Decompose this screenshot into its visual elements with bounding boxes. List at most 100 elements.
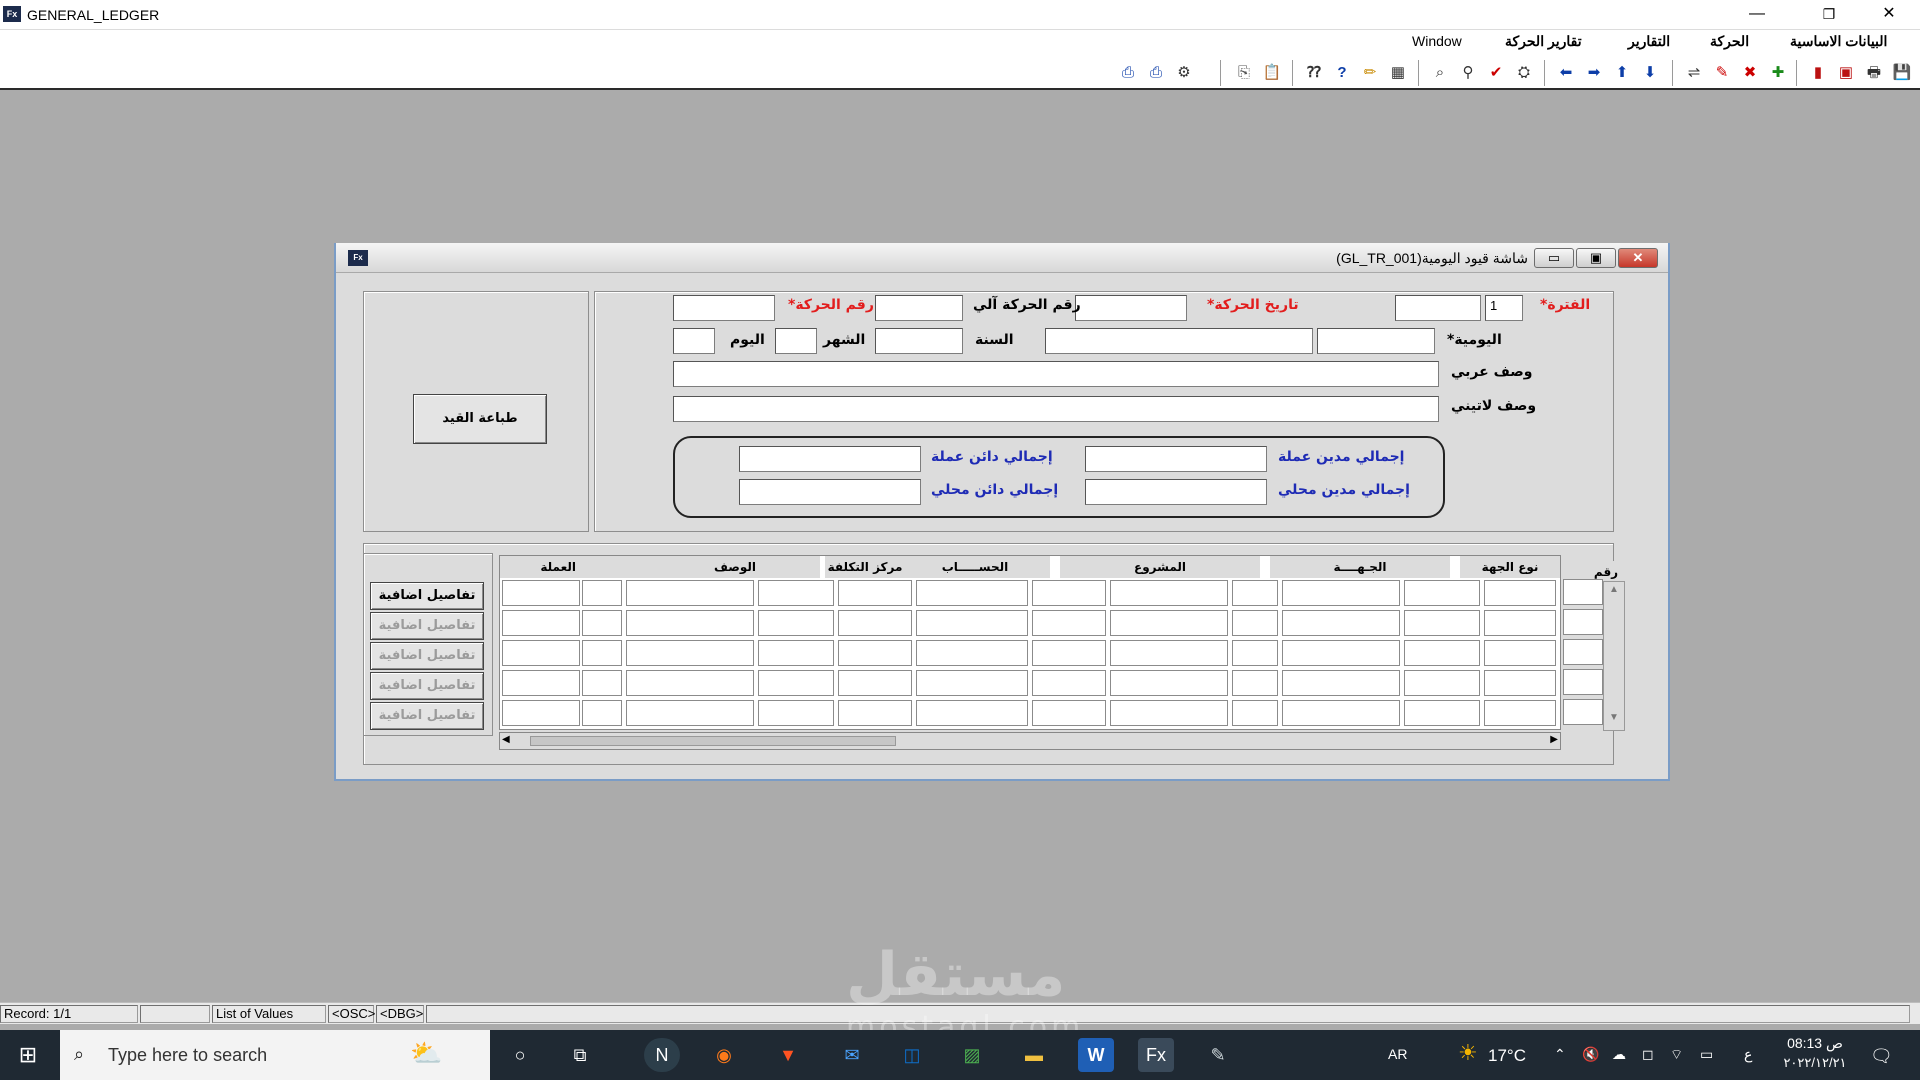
exit-icon[interactable]: ▣ xyxy=(1834,62,1858,84)
duplicate-record-icon[interactable]: ⇌ xyxy=(1682,62,1706,84)
grid-cell[interactable] xyxy=(1404,580,1480,606)
down-icon[interactable]: ⬇ xyxy=(1638,62,1662,84)
grid-cell[interactable] xyxy=(1110,700,1228,726)
grid-cell[interactable] xyxy=(502,580,580,606)
grid-cell[interactable] xyxy=(1560,670,1561,696)
grid-cell[interactable] xyxy=(1484,640,1556,666)
photos-icon[interactable]: ▨ xyxy=(954,1038,990,1072)
weather-widget-icon[interactable]: ⛅ xyxy=(410,1038,442,1069)
grid-cell[interactable] xyxy=(1232,670,1278,696)
grid-cell[interactable] xyxy=(838,610,912,636)
paint-icon[interactable]: ✎ xyxy=(1200,1038,1236,1072)
grid-cell[interactable] xyxy=(626,640,754,666)
grid-cell[interactable] xyxy=(1032,700,1106,726)
keys-help-icon[interactable]: ⁇ xyxy=(1302,62,1326,84)
temperature[interactable]: 17°C xyxy=(1488,1046,1526,1066)
auto-trans-no-input[interactable] xyxy=(875,295,963,321)
grid-cell[interactable] xyxy=(838,640,912,666)
vertical-scrollbar[interactable]: ▲ ▼ xyxy=(1603,581,1625,731)
taskbar-search-box[interactable]: ⌕ Type here to search ⛅ xyxy=(60,1030,490,1080)
total-debit-currency-input[interactable] xyxy=(1085,446,1267,472)
grid-cell[interactable] xyxy=(1484,670,1556,696)
word-icon[interactable]: W xyxy=(1078,1038,1114,1072)
help-icon[interactable]: ? xyxy=(1330,62,1354,84)
list-icon[interactable]: ⚙ xyxy=(1172,62,1196,84)
paste-icon[interactable]: 📋 xyxy=(1260,62,1284,84)
day-input[interactable] xyxy=(673,328,715,354)
chevron-up-icon[interactable]: ⌃ xyxy=(1554,1046,1566,1063)
grid-cell[interactable] xyxy=(502,610,580,636)
menu-transactions[interactable]: الحركة xyxy=(1710,30,1749,54)
grid-cell[interactable] xyxy=(1560,640,1561,666)
year-input[interactable] xyxy=(875,328,963,354)
total-debit-local-input[interactable] xyxy=(1085,479,1267,505)
grid-cell[interactable] xyxy=(758,580,834,606)
grid-cell[interactable] xyxy=(1404,610,1480,636)
grid-cell[interactable] xyxy=(1110,640,1228,666)
grid-cell[interactable] xyxy=(1282,610,1400,636)
scroll-left-icon[interactable]: ◀ xyxy=(502,734,510,745)
scroll-right-icon[interactable]: ▶ xyxy=(1550,734,1558,745)
grid-cell[interactable] xyxy=(758,610,834,636)
grid-cell[interactable] xyxy=(582,640,622,666)
restore-icon[interactable]: ❐ xyxy=(1806,0,1852,30)
mail-icon[interactable]: ✉ xyxy=(834,1038,870,1072)
grid-cell[interactable] xyxy=(582,700,622,726)
trans-date-input[interactable] xyxy=(1075,295,1187,321)
file-explorer-icon[interactable]: ▬ xyxy=(1016,1038,1052,1072)
calculator-icon[interactable]: ▦ xyxy=(1386,62,1410,84)
grid-cell[interactable] xyxy=(1232,580,1278,606)
grid-cell[interactable] xyxy=(1404,700,1480,726)
exit-door-icon[interactable]: ▮ xyxy=(1806,62,1830,84)
grid-cell[interactable] xyxy=(1032,640,1106,666)
wifi-icon[interactable]: ⌔ xyxy=(1670,1046,1683,1064)
copy-icon[interactable]: ⎘ xyxy=(1232,62,1256,84)
grid-cell[interactable] xyxy=(1484,580,1556,606)
volume-icon[interactable]: 🔇 xyxy=(1582,1046,1599,1063)
grid-cell[interactable] xyxy=(502,700,580,726)
grid-cell[interactable] xyxy=(838,580,912,606)
grid-cell[interactable] xyxy=(1282,670,1400,696)
grid-cell[interactable] xyxy=(1404,640,1480,666)
grid-cell[interactable] xyxy=(1560,580,1561,606)
scroll-up-icon[interactable]: ▲ xyxy=(1606,584,1622,600)
grid-cell[interactable] xyxy=(502,640,580,666)
grid-cell[interactable] xyxy=(1110,580,1228,606)
clock-time[interactable]: 08:13 ص xyxy=(1780,1035,1850,1052)
grid-cell[interactable] xyxy=(758,670,834,696)
grid-cell[interactable] xyxy=(626,700,754,726)
oracle-forms-icon[interactable]: Fx xyxy=(1138,1038,1174,1072)
menu-reports[interactable]: التقارير xyxy=(1628,30,1670,54)
app-n-icon[interactable]: N xyxy=(644,1038,680,1072)
grid-cell[interactable] xyxy=(1282,700,1400,726)
grid-cell[interactable] xyxy=(1404,670,1480,696)
grid-cell[interactable] xyxy=(1110,610,1228,636)
grid-cell[interactable] xyxy=(1032,580,1106,606)
menu-transaction-reports[interactable]: تقارير الحركة xyxy=(1505,30,1582,54)
binoculars-icon[interactable]: ⌕ xyxy=(1428,62,1452,84)
menu-basic-data[interactable]: البيانات الاساسية xyxy=(1790,30,1887,54)
grid-cell[interactable] xyxy=(758,700,834,726)
insert-record-icon[interactable]: ✚ xyxy=(1766,62,1790,84)
total-credit-local-input[interactable] xyxy=(739,479,921,505)
grid-cell[interactable] xyxy=(916,610,1028,636)
execute-query-icon[interactable]: ⛭ xyxy=(1512,62,1536,84)
grid-cell[interactable] xyxy=(1232,700,1278,726)
line-no-cell[interactable] xyxy=(1563,669,1603,695)
ime-indicator[interactable]: ع xyxy=(1744,1046,1752,1063)
grid-cell[interactable] xyxy=(916,670,1028,696)
firefox-icon[interactable]: ◉ xyxy=(706,1038,742,1072)
grid-cell[interactable] xyxy=(1282,580,1400,606)
windows-start-icon[interactable]: ⊞ xyxy=(10,1038,46,1072)
grid-cell[interactable] xyxy=(916,640,1028,666)
month-input[interactable] xyxy=(775,328,817,354)
print-icon[interactable]: 🖶 xyxy=(1862,62,1886,84)
grid-cell[interactable] xyxy=(626,580,754,606)
grid-cell[interactable] xyxy=(626,610,754,636)
grid-cell[interactable] xyxy=(502,670,580,696)
grid-cell[interactable] xyxy=(626,670,754,696)
battery-icon[interactable]: ▭ xyxy=(1700,1046,1713,1063)
grid-cell[interactable] xyxy=(1560,700,1561,726)
grid-cell[interactable] xyxy=(1560,610,1561,636)
grid-cell[interactable] xyxy=(1282,640,1400,666)
